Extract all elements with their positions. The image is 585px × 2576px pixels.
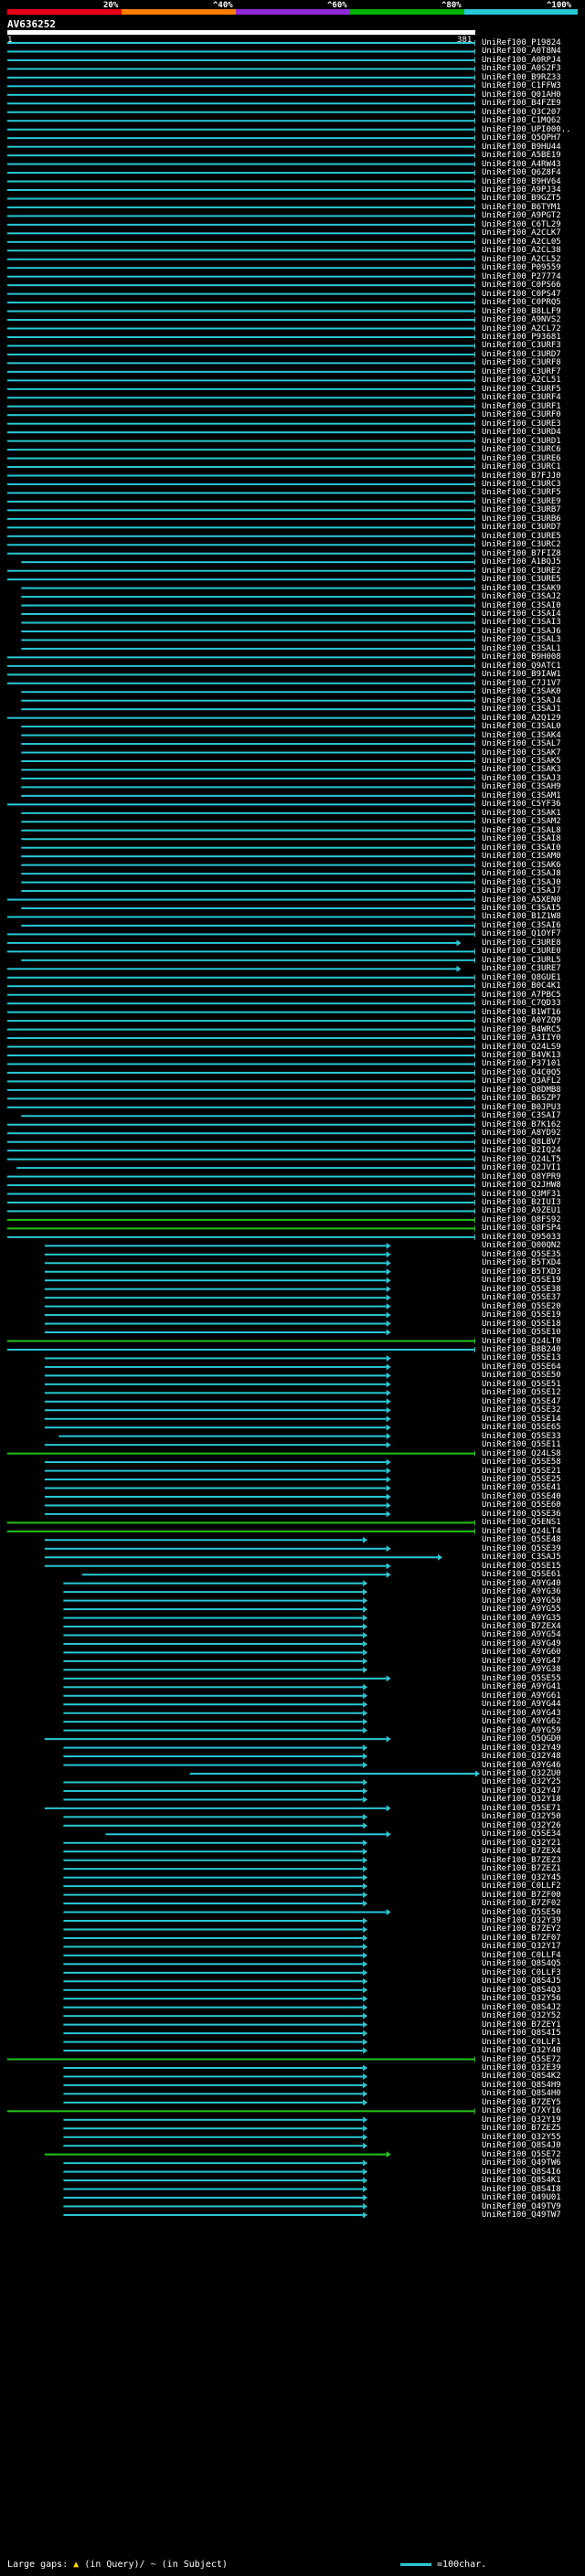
- hit-label-column: UniRef100_P19824 UniRef100_A0T8N4 UniRef10…: [0, 0, 585, 2576]
- legend: Large gaps: ▲ (in Query)/ ~ (in Subject)…: [7, 2560, 574, 2570]
- legend-query-gap-icon: ▲: [73, 2560, 80, 2570]
- hit-label-link[interactable]: UniRef100_Q49TW7: [482, 2210, 561, 2220]
- legend-in-query: (in Query)/: [84, 2560, 145, 2570]
- legend-subject-gap-icon: ~: [150, 2560, 156, 2570]
- legend-scale-line: [400, 2562, 431, 2566]
- legend-in-subject: (in Subject): [161, 2560, 228, 2570]
- legend-large-gaps: Large gaps:: [7, 2560, 69, 2570]
- legend-scale-text: =100char.: [437, 2560, 487, 2570]
- legend-scale: =100char.: [400, 2560, 486, 2570]
